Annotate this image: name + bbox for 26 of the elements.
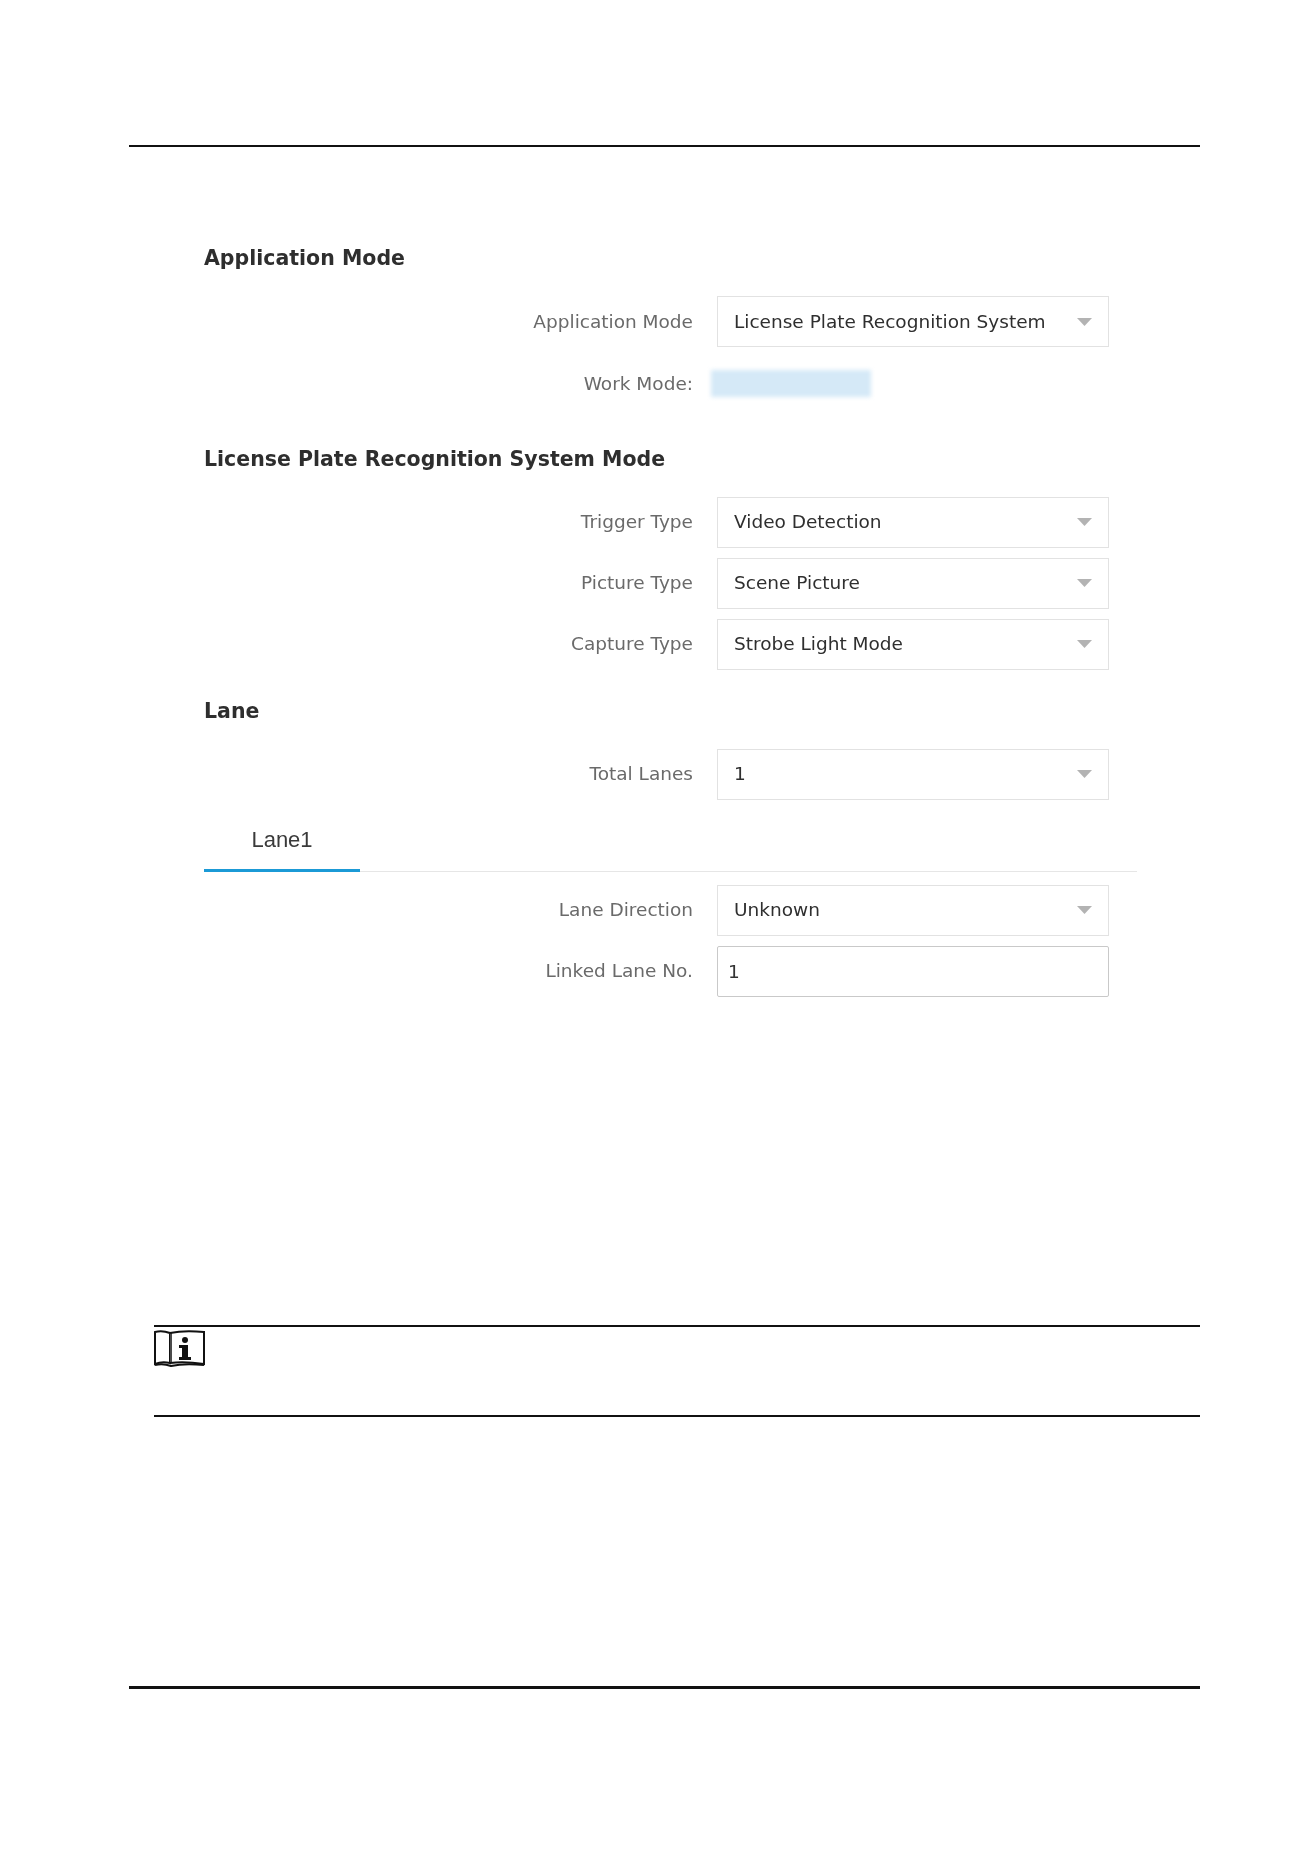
field-label: Capture Type bbox=[570, 632, 693, 657]
field-label: Trigger Type bbox=[579, 510, 693, 535]
dropdown-select[interactable]: Unknown bbox=[717, 884, 1109, 936]
caret-icon bbox=[1077, 640, 1092, 649]
book-info-icon bbox=[154, 1329, 205, 1368]
field-label: Picture Type bbox=[580, 571, 693, 596]
dropdown-select[interactable]: License Plate Recognition System bbox=[717, 296, 1109, 347]
section-heading: Application Mode bbox=[204, 245, 406, 272]
caret-icon bbox=[1077, 317, 1092, 326]
dropdown-select[interactable]: 1 bbox=[717, 748, 1109, 800]
section-heading: Lane bbox=[204, 697, 261, 725]
caret-icon bbox=[1077, 770, 1092, 779]
field-label: Lane Direction bbox=[557, 898, 693, 923]
field-label: Application Mode bbox=[532, 309, 693, 334]
dropdown-select[interactable]: Video Detection bbox=[717, 496, 1109, 548]
field-label: Total Lanes bbox=[588, 762, 693, 787]
field-label: Linked Lane No. bbox=[544, 959, 693, 984]
caret-icon bbox=[1077, 518, 1092, 527]
dropdown-select[interactable]: Strobe Light Mode bbox=[717, 618, 1109, 670]
tab[interactable]: Lane1 bbox=[204, 809, 360, 872]
input-field[interactable]: 1 bbox=[717, 945, 1109, 997]
field-label: Work Mode: bbox=[582, 372, 693, 396]
section-heading: License Plate Recognition System Mode bbox=[204, 445, 667, 473]
dropdown-select[interactable]: Scene Picture bbox=[717, 557, 1109, 609]
caret-icon bbox=[1077, 906, 1092, 915]
caret-icon bbox=[1077, 579, 1092, 588]
